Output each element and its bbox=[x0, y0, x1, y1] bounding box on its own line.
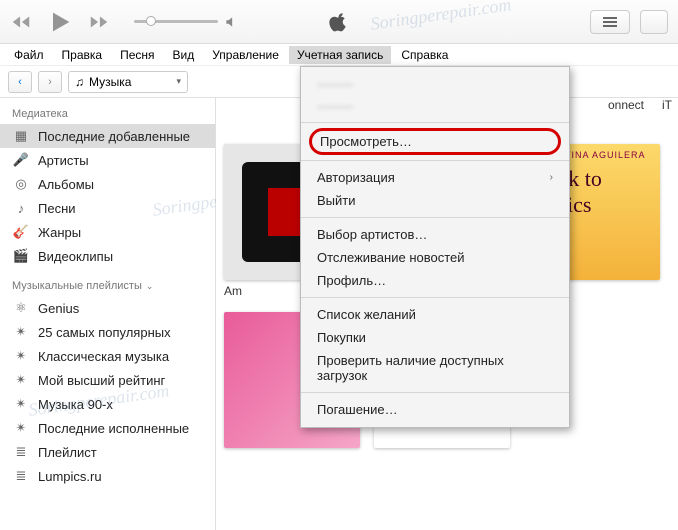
dropdown-item-news[interactable]: Отслеживание новостей bbox=[301, 246, 569, 269]
sidebar-item-genius[interactable]: ⚛ Genius bbox=[0, 296, 215, 320]
list-icon bbox=[602, 16, 618, 28]
sidebar-item-top-rated[interactable]: ✴ Мой высший рейтинг bbox=[0, 368, 215, 392]
sidebar-item-label: Последние добавленные bbox=[38, 129, 190, 144]
dropdown-highlight: Просмотреть… bbox=[309, 128, 561, 155]
dropdown-separator bbox=[301, 217, 569, 218]
sidebar-item-90s[interactable]: ✴ Музыка 90-х bbox=[0, 392, 215, 416]
grid-icon: ▦ bbox=[12, 128, 30, 144]
sidebar-item-songs[interactable]: ♪ Песни bbox=[0, 196, 215, 220]
apple-logo-icon bbox=[329, 11, 349, 33]
library-selector-label: Музыка bbox=[89, 75, 131, 89]
sidebar-item-videos[interactable]: 🎬 Видеоклипы bbox=[0, 244, 215, 268]
sidebar-item-lumpics[interactable]: ≣ Lumpics.ru bbox=[0, 464, 215, 488]
dropdown-item-view[interactable]: Просмотреть… bbox=[320, 132, 550, 151]
list-icon: ≣ bbox=[12, 468, 30, 484]
sidebar-item-label: Последние исполненные bbox=[38, 421, 189, 436]
account-dropdown: ——— ——— Просмотреть… Авторизация› Выйти … bbox=[300, 66, 570, 428]
sidebar-item-recently-added[interactable]: ▦ Последние добавленные bbox=[0, 124, 215, 148]
titlebar bbox=[0, 0, 678, 44]
sidebar-item-label: Lumpics.ru bbox=[38, 469, 102, 484]
dropdown-item-profile[interactable]: Профиль… bbox=[301, 269, 569, 292]
sidebar-item-classical[interactable]: ✴ Классическая музыка bbox=[0, 344, 215, 368]
library-selector[interactable]: ♫ Музыка ▾ bbox=[68, 71, 188, 93]
sidebar-item-label: Артисты bbox=[38, 153, 89, 168]
dropdown-account-email: ——— bbox=[301, 95, 569, 117]
dropdown-separator bbox=[301, 160, 569, 161]
menu-view[interactable]: Вид bbox=[165, 46, 203, 64]
menu-edit[interactable]: Правка bbox=[54, 46, 111, 64]
menubar: Файл Правка Песня Вид Управление Учетная… bbox=[0, 44, 678, 66]
sidebar-item-artists[interactable]: 🎤 Артисты bbox=[0, 148, 215, 172]
sidebar-item-label: Жанры bbox=[38, 225, 81, 240]
sidebar-item-label: Видеоклипы bbox=[38, 249, 113, 264]
next-track-button[interactable] bbox=[88, 11, 110, 33]
gear-icon: ✴ bbox=[12, 420, 30, 436]
sidebar-item-label: Песни bbox=[38, 201, 76, 216]
chevron-down-icon: ▾ bbox=[176, 76, 181, 87]
sidebar-item-label: Плейлист bbox=[38, 445, 97, 460]
nav-back-button[interactable]: ‹ bbox=[8, 71, 32, 93]
sidebar: Медиатека ▦ Последние добавленные 🎤 Арти… bbox=[0, 98, 216, 530]
toolbar-button[interactable] bbox=[640, 10, 668, 34]
sidebar-item-recently-played[interactable]: ✴ Последние исполненные bbox=[0, 416, 215, 440]
sidebar-item-label: 25 самых популярных bbox=[38, 325, 171, 340]
dropdown-item-redeem[interactable]: Погашение… bbox=[301, 398, 569, 421]
menu-file[interactable]: Файл bbox=[6, 46, 52, 64]
dropdown-separator bbox=[301, 122, 569, 123]
volume-icon bbox=[224, 15, 238, 29]
menu-song[interactable]: Песня bbox=[112, 46, 162, 64]
gear-icon: ✴ bbox=[12, 348, 30, 364]
sidebar-item-label: Альбомы bbox=[38, 177, 94, 192]
sidebar-section-playlists[interactable]: Музыкальные плейлисты ⌄ bbox=[0, 276, 215, 296]
dropdown-item-signout[interactable]: Выйти bbox=[301, 189, 569, 212]
nav-forward-button[interactable]: › bbox=[38, 71, 62, 93]
dropdown-item-authorization[interactable]: Авторизация› bbox=[301, 166, 569, 189]
music-note-icon: ♫ bbox=[75, 75, 84, 89]
mic-icon: 🎤 bbox=[12, 152, 30, 168]
prev-track-button[interactable] bbox=[10, 11, 32, 33]
sidebar-item-label: Genius bbox=[38, 301, 79, 316]
dropdown-item-choose-artists[interactable]: Выбор артистов… bbox=[301, 223, 569, 246]
volume-slider[interactable] bbox=[134, 15, 238, 29]
menu-account[interactable]: Учетная запись bbox=[289, 46, 391, 64]
list-view-button[interactable] bbox=[590, 10, 630, 34]
guitar-icon: 🎸 bbox=[12, 224, 30, 240]
dropdown-item-purchases[interactable]: Покупки bbox=[301, 326, 569, 349]
store-nav: onnect iT bbox=[608, 98, 672, 112]
sidebar-item-label: Мой высший рейтинг bbox=[38, 373, 165, 388]
sidebar-item-label: Музыка 90-х bbox=[38, 397, 113, 412]
play-button[interactable] bbox=[46, 8, 74, 36]
sidebar-item-playlist[interactable]: ≣ Плейлист bbox=[0, 440, 215, 464]
atom-icon: ⚛ bbox=[12, 300, 30, 316]
menu-controls[interactable]: Управление bbox=[204, 46, 287, 64]
sidebar-item-albums[interactable]: ◎ Альбомы bbox=[0, 172, 215, 196]
video-icon: 🎬 bbox=[12, 248, 30, 264]
disc-icon: ◎ bbox=[12, 176, 30, 192]
dropdown-account-name: ——— bbox=[301, 73, 569, 95]
chevron-down-icon: ⌄ bbox=[146, 281, 154, 292]
gear-icon: ✴ bbox=[12, 396, 30, 412]
gear-icon: ✴ bbox=[12, 372, 30, 388]
dropdown-item-wishlist[interactable]: Список желаний bbox=[301, 303, 569, 326]
dropdown-separator bbox=[301, 392, 569, 393]
sidebar-item-label: Классическая музыка bbox=[38, 349, 169, 364]
menu-help[interactable]: Справка bbox=[393, 46, 456, 64]
gear-icon: ✴ bbox=[12, 324, 30, 340]
sidebar-item-top25[interactable]: ✴ 25 самых популярных bbox=[0, 320, 215, 344]
sidebar-item-genres[interactable]: 🎸 Жанры bbox=[0, 220, 215, 244]
note-icon: ♪ bbox=[12, 200, 30, 216]
sidebar-section-library: Медиатека bbox=[0, 104, 215, 124]
dropdown-separator bbox=[301, 297, 569, 298]
nav-itunes[interactable]: iT bbox=[662, 98, 672, 112]
chevron-right-icon: › bbox=[550, 172, 553, 183]
dropdown-item-check-downloads[interactable]: Проверить наличие доступных загрузок bbox=[301, 349, 569, 387]
nav-connect[interactable]: onnect bbox=[608, 98, 644, 112]
list-icon: ≣ bbox=[12, 444, 30, 460]
